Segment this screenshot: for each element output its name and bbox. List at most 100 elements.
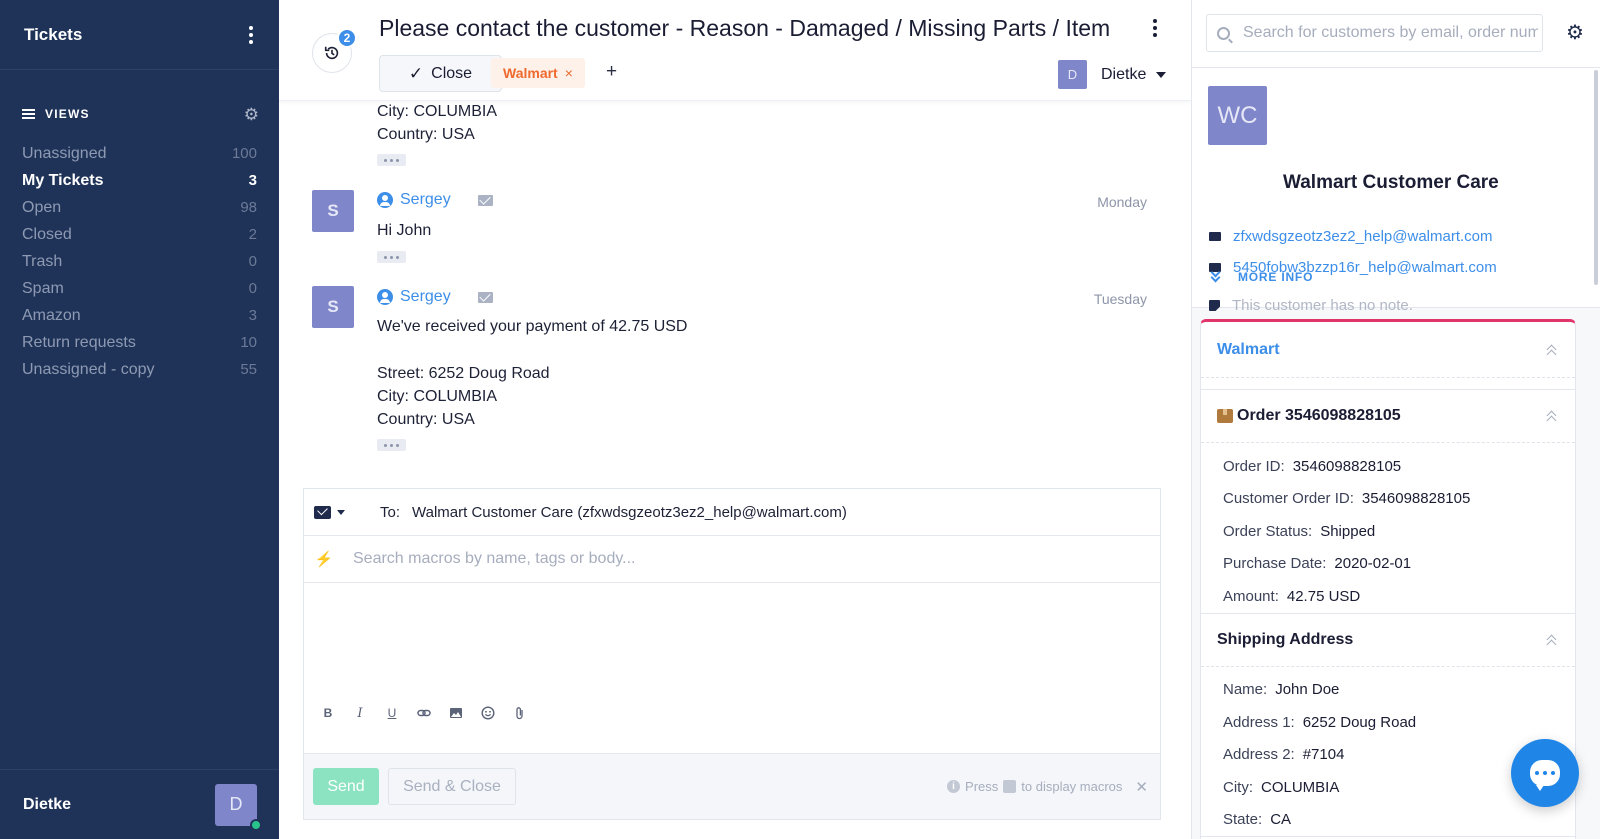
sidebar-view-item[interactable]: Spam 0	[0, 275, 279, 302]
search-icon	[1217, 26, 1230, 40]
remove-tag-icon[interactable]: ×	[565, 65, 573, 81]
collapse-chevron-icon[interactable]	[1545, 410, 1559, 426]
customer-note-row: This customer has no note.	[1209, 297, 1413, 314]
ticket-title[interactable]: Please contact the customer - Reason - D…	[379, 15, 1114, 42]
field-key: Order Status:	[1223, 522, 1313, 540]
reply-body-editor[interactable]: B I U	[304, 583, 1160, 733]
integration-title[interactable]: Walmart	[1217, 341, 1280, 359]
assignee-dropdown[interactable]: D Dietke	[1058, 60, 1167, 89]
avatar-initial: D	[229, 794, 243, 814]
message-sender[interactable]: Sergey	[377, 288, 493, 306]
add-tag-button[interactable]: +	[606, 61, 617, 83]
message-text-line: City: COLUMBIA	[377, 103, 498, 120]
customer-search-bar: ⚙	[1192, 0, 1600, 68]
collapse-chevron-icon[interactable]	[1545, 634, 1559, 649]
expand-quoted-button[interactable]	[377, 251, 406, 263]
view-label: Unassigned - copy	[22, 360, 155, 378]
sidebar: Tickets VIEWS ⚙ Unassigned 100 My Tickets 3…	[0, 0, 279, 839]
bold-icon[interactable]: B	[320, 705, 336, 721]
hint-prefix: Press	[965, 779, 999, 794]
close-ticket-button[interactable]: ✓ Close	[379, 55, 502, 92]
user-icon	[377, 192, 393, 208]
ticket-menu-icon[interactable]	[1149, 19, 1161, 37]
tag-chip[interactable]: Walmart ×	[491, 58, 585, 88]
image-icon[interactable]	[448, 705, 464, 721]
send-button[interactable]: Send	[313, 768, 379, 805]
detail-field: Order ID: 3546098828105	[1201, 450, 1575, 483]
macro-hint: i Press to display macros ✕	[947, 778, 1148, 796]
sidebar-view-item[interactable]: Open 98	[0, 194, 279, 221]
email-icon	[1209, 232, 1221, 241]
field-value: Shipped	[1320, 522, 1376, 540]
email-icon	[313, 505, 331, 519]
view-label: Return requests	[22, 333, 136, 351]
chat-bubble-icon	[1530, 760, 1560, 791]
field-value: CA	[1270, 811, 1292, 829]
customer-email-link[interactable]: zfxwdsgzeotz3ez2_help@walmart.com	[1233, 228, 1493, 245]
field-key: Address 2:	[1223, 746, 1295, 764]
channel-selector[interactable]	[304, 505, 354, 519]
tag-label: Walmart	[503, 65, 558, 81]
sidebar-view-item[interactable]: My Tickets 3	[0, 167, 279, 194]
ticket-main: 2 Please contact the customer - Reason -…	[279, 0, 1192, 839]
message-text-line: Street: 6252 Doug Road	[377, 365, 550, 382]
emoji-icon[interactable]	[480, 705, 496, 721]
view-count: 3	[248, 172, 257, 189]
message-sender[interactable]: Sergey	[377, 191, 493, 209]
view-label: Open	[22, 198, 62, 216]
close-button-label: Close	[431, 64, 473, 82]
customer-search-box[interactable]	[1206, 14, 1543, 52]
link-icon[interactable]	[416, 705, 432, 721]
detail-field: Address 1: 6252 Doug Road	[1201, 706, 1575, 739]
package-icon	[1217, 409, 1233, 423]
italic-icon[interactable]: I	[352, 705, 368, 721]
view-label: Unassigned	[22, 144, 107, 162]
field-value: #7104	[1302, 746, 1345, 764]
field-key: City:	[1223, 778, 1253, 796]
attachment-icon[interactable]	[512, 705, 528, 721]
history-button[interactable]: 2	[312, 28, 357, 73]
sidebar-view-item[interactable]: Unassigned 100	[0, 140, 279, 167]
sidebar-view-item[interactable]: Unassigned - copy 55	[0, 356, 279, 383]
sidebar-view-item[interactable]: Amazon 3	[0, 302, 279, 329]
order-fields: Order ID: 3546098828105 Customer Order ID:…	[1201, 443, 1575, 613]
customer-search-input[interactable]	[1243, 24, 1538, 42]
views-settings-gear-icon[interactable]: ⚙	[244, 106, 259, 123]
macro-search-input[interactable]	[353, 550, 1053, 568]
views-label: VIEWS	[45, 107, 90, 121]
panel-scrollbar[interactable]	[1594, 70, 1598, 285]
to-label: To:	[380, 503, 401, 521]
collapse-chevron-icon[interactable]	[1545, 344, 1559, 359]
detail-field: Order Status: Shipped	[1201, 515, 1575, 548]
expand-quoted-button[interactable]	[377, 439, 406, 451]
order-section-header: Order 3546098828105	[1201, 390, 1575, 443]
current-user-avatar[interactable]: D	[215, 783, 262, 831]
order-heading: Order 3546098828105	[1217, 407, 1401, 425]
note-icon	[1209, 300, 1220, 311]
customer-note[interactable]: This customer has no note.	[1232, 297, 1413, 314]
customer-name[interactable]: Walmart Customer Care	[1283, 172, 1499, 194]
chevron-down-icon	[1156, 71, 1167, 78]
recipient-field[interactable]: Walmart Customer Care (zfxwdsgzeotz3ez2_…	[412, 504, 847, 521]
sidebar-view-item[interactable]: Trash 0	[0, 248, 279, 275]
send-and-close-button[interactable]: Send & Close	[388, 768, 516, 805]
info-icon: i	[947, 780, 961, 793]
more-info-toggle[interactable]: MORE INFO	[1210, 267, 1313, 284]
customer-panel: ⚙ WC Walmart Customer Care zfxwdsgzeotz3…	[1192, 0, 1600, 839]
underline-icon[interactable]: U	[384, 705, 400, 721]
message-text-line: We've received your payment of 42.75 USD	[377, 318, 688, 335]
sidebar-view-item[interactable]: Closed 2	[0, 221, 279, 248]
sidebar-view-item[interactable]: Return requests 10	[0, 329, 279, 356]
keyboard-key-icon	[1003, 780, 1017, 793]
views-heading: VIEWS	[22, 107, 90, 121]
view-count: 55	[240, 361, 257, 378]
dismiss-hint-icon[interactable]: ✕	[1135, 778, 1148, 796]
history-icon	[324, 46, 339, 60]
panel-settings-gear-icon[interactable]: ⚙	[1566, 20, 1584, 45]
view-count: 100	[231, 145, 257, 162]
expand-quoted-button[interactable]	[377, 154, 406, 166]
field-value: John Doe	[1275, 681, 1340, 699]
chat-launcher-button[interactable]	[1511, 739, 1579, 807]
sidebar-menu-icon[interactable]	[245, 25, 257, 44]
field-key: Name:	[1223, 681, 1268, 699]
